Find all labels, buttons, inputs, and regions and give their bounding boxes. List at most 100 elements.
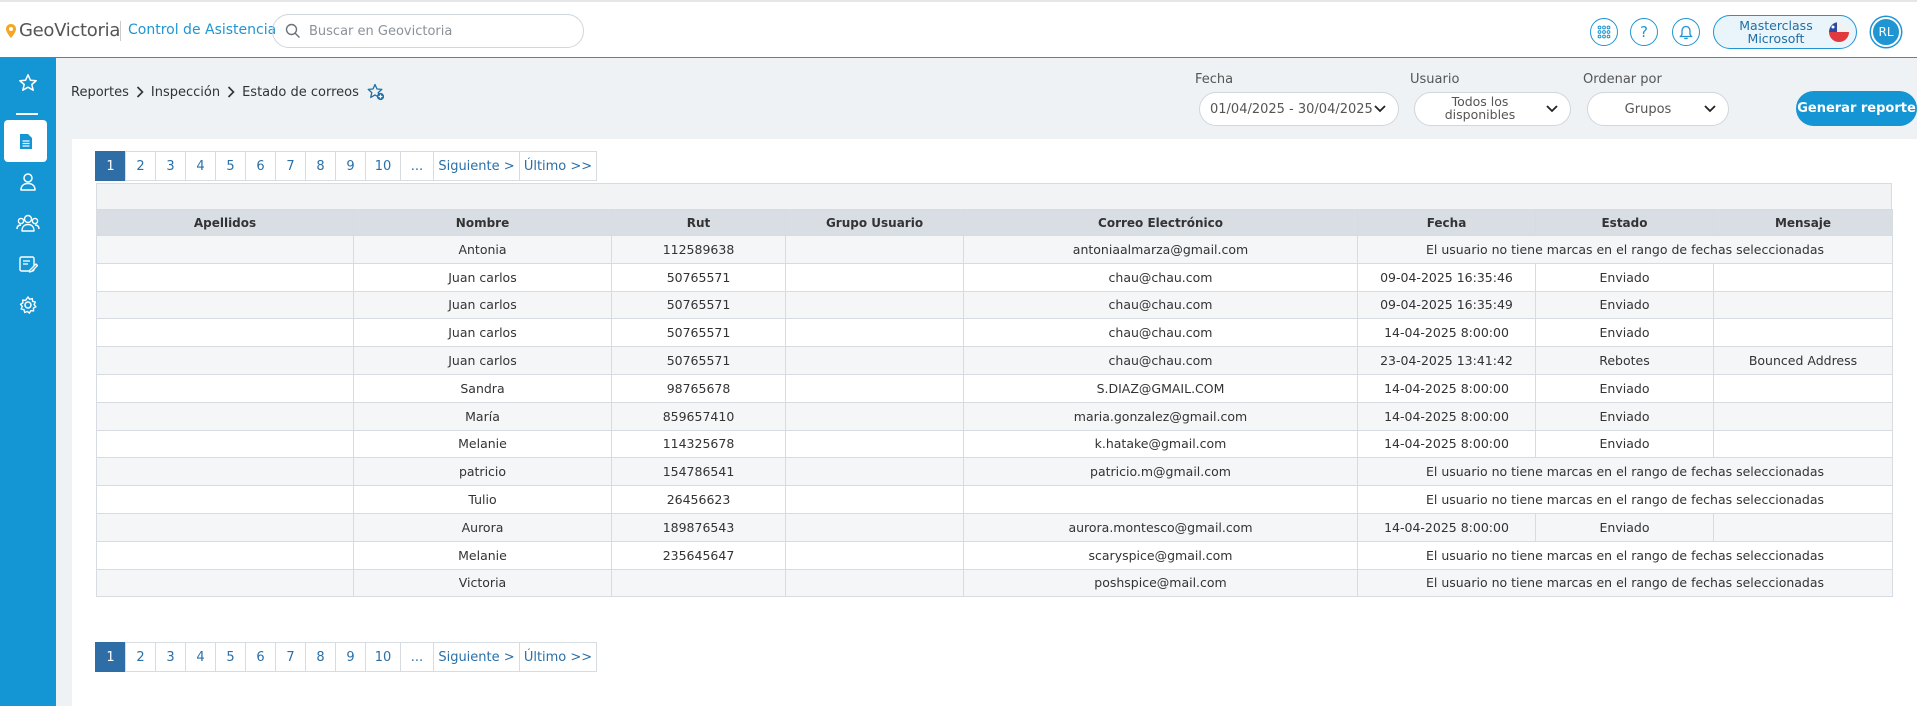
pagination-last[interactable]: Último >> [519,151,597,181]
cell-correo: k.hatake@gmail.com [963,429,1358,459]
cell-estado: Enviado [1535,429,1714,459]
fecha-select[interactable]: 01/04/2025 - 30/04/2025 [1199,92,1399,126]
pagination-page-1[interactable]: 1 [95,642,126,672]
pagination-page-4[interactable]: 4 [185,642,216,672]
apps-grid-icon [1597,25,1611,39]
pagination-page-4[interactable]: 4 [185,151,216,181]
column-header: Correo Electrónico [963,209,1358,236]
users-icon [16,214,40,232]
column-header: Rut [611,209,786,236]
breadcrumb-reportes[interactable]: Reportes [71,85,129,100]
account-name: Masterclass Microsoft [1739,18,1813,46]
cell-rut: 26456623 [611,485,786,514]
cell-nombre: Juan carlos [353,290,612,320]
sub-header: Reportes Inspección Estado de correos Fe… [56,59,1917,139]
cell-estado: Enviado [1535,373,1714,403]
favorite-add-icon[interactable] [367,83,385,101]
pagination-next[interactable]: Siguiente > [433,151,520,181]
cell-correo: scaryspice@gmail.com [963,540,1358,570]
pagination-page-7[interactable]: 7 [275,151,306,181]
pagination-ellipsis[interactable]: ... [400,642,434,672]
table-row: Melanie 114325678 k.hatake@gmail.com 14-04-… [96,429,1893,459]
cell-note: El usuario no tiene marcas en el rango d… [1357,235,1893,264]
generate-report-button[interactable]: Generar reporte [1796,91,1917,126]
cell-rut: 50765571 [611,262,786,292]
pagination-page-10[interactable]: 10 [365,151,401,181]
cell-correo: chau@chau.com [963,290,1358,320]
pagination-ellipsis[interactable]: ... [400,151,434,181]
cell-grupo [785,401,964,431]
pagination-page-3[interactable]: 3 [155,642,186,672]
cell-note: El usuario no tiene marcas en el rango d… [1357,568,1893,598]
sidebar-item-favorites[interactable] [0,62,56,104]
cell-rut: 50765571 [611,318,786,348]
pagination-page-8[interactable]: 8 [305,151,336,181]
ordenar-select[interactable]: Grupos [1587,92,1729,126]
table-header-row: Apellidos Nombre Rut Grupo Usuario Correo El… [96,209,1893,236]
pagination-page-6[interactable]: 6 [245,642,276,672]
cell-fecha: 14-04-2025 8:00:00 [1357,401,1536,431]
cell-mensaje [1713,373,1893,403]
pagination-next[interactable]: Siguiente > [433,642,520,672]
cell-correo: S.DIAZ@GMAIL.COM [963,373,1358,403]
breadcrumb-inspeccion[interactable]: Inspección [151,85,220,100]
pagination-page-2[interactable]: 2 [125,642,156,672]
search-placeholder: Buscar en Geovictoria [309,23,453,39]
pagination-page-2[interactable]: 2 [125,151,156,181]
cell-note: El usuario no tiene marcas en el rango d… [1357,457,1893,487]
cell-grupo [785,235,964,264]
notifications-button[interactable] [1672,18,1700,46]
cell-apellidos [96,457,354,487]
star-icon [19,74,37,91]
fecha-label: Fecha [1195,72,1234,87]
pagination-page-8[interactable]: 8 [305,642,336,672]
table-row: Juan carlos 50765571 chau@chau.com 09-04-20… [96,290,1893,320]
sidebar-item-reports[interactable] [4,120,47,162]
chevron-right-icon [228,86,235,98]
cell-apellidos [96,318,354,348]
avatar[interactable]: RL [1871,17,1901,47]
cell-apellidos [96,290,354,320]
apps-grid-button[interactable] [1590,18,1618,46]
pagination-page-5[interactable]: 5 [215,151,246,181]
cell-estado: Enviado [1535,401,1714,431]
pagination-page-7[interactable]: 7 [275,642,306,672]
sidebar-item-user[interactable] [0,161,56,203]
sidebar-item-settings[interactable] [0,284,56,326]
top-bar: GeoVictoria Control de Asistencia Buscar… [0,0,1917,58]
app-name[interactable]: Control de Asistencia [128,22,276,38]
cell-grupo [785,262,964,292]
cell-nombre: Victoria [353,568,612,598]
pagination-page-3[interactable]: 3 [155,151,186,181]
pagination-page-10[interactable]: 10 [365,642,401,672]
cell-grupo [785,568,964,598]
table-row: Tulio 26456623 El usuario no tiene marcas … [96,485,1893,514]
cell-correo: maria.gonzalez@gmail.com [963,401,1358,431]
document-icon [19,133,32,149]
account-switcher[interactable]: Masterclass Microsoft [1713,15,1857,49]
sidebar-item-groups[interactable] [0,202,56,244]
cell-nombre: Juan carlos [353,346,612,375]
cell-rut: 235645647 [611,540,786,570]
cell-estado: Enviado [1535,512,1714,542]
cell-apellidos [96,235,354,264]
pagination-page-9[interactable]: 9 [335,642,366,672]
pagination-last[interactable]: Último >> [519,642,597,672]
cell-rut: 112589638 [611,235,786,264]
pagination-page-6[interactable]: 6 [245,151,276,181]
cell-apellidos [96,485,354,514]
column-header: Mensaje [1713,209,1893,236]
sidebar-item-schedule-edit[interactable] [0,243,56,285]
column-header: Apellidos [96,209,354,236]
geovictoria-logo[interactable]: GeoVictoria [6,20,120,41]
pagination-page-5[interactable]: 5 [215,642,246,672]
help-button[interactable]: ? [1630,18,1658,46]
pagination-page-9[interactable]: 9 [335,151,366,181]
page-title: Estado de correos [242,84,359,100]
cell-rut: 154786541 [611,457,786,487]
usuario-select[interactable]: Todos los disponibles [1414,92,1571,126]
search-input[interactable]: Buscar en Geovictoria [272,14,584,48]
cell-apellidos [96,429,354,459]
pagination-page-1[interactable]: 1 [95,151,126,181]
cell-nombre: María [353,401,612,431]
